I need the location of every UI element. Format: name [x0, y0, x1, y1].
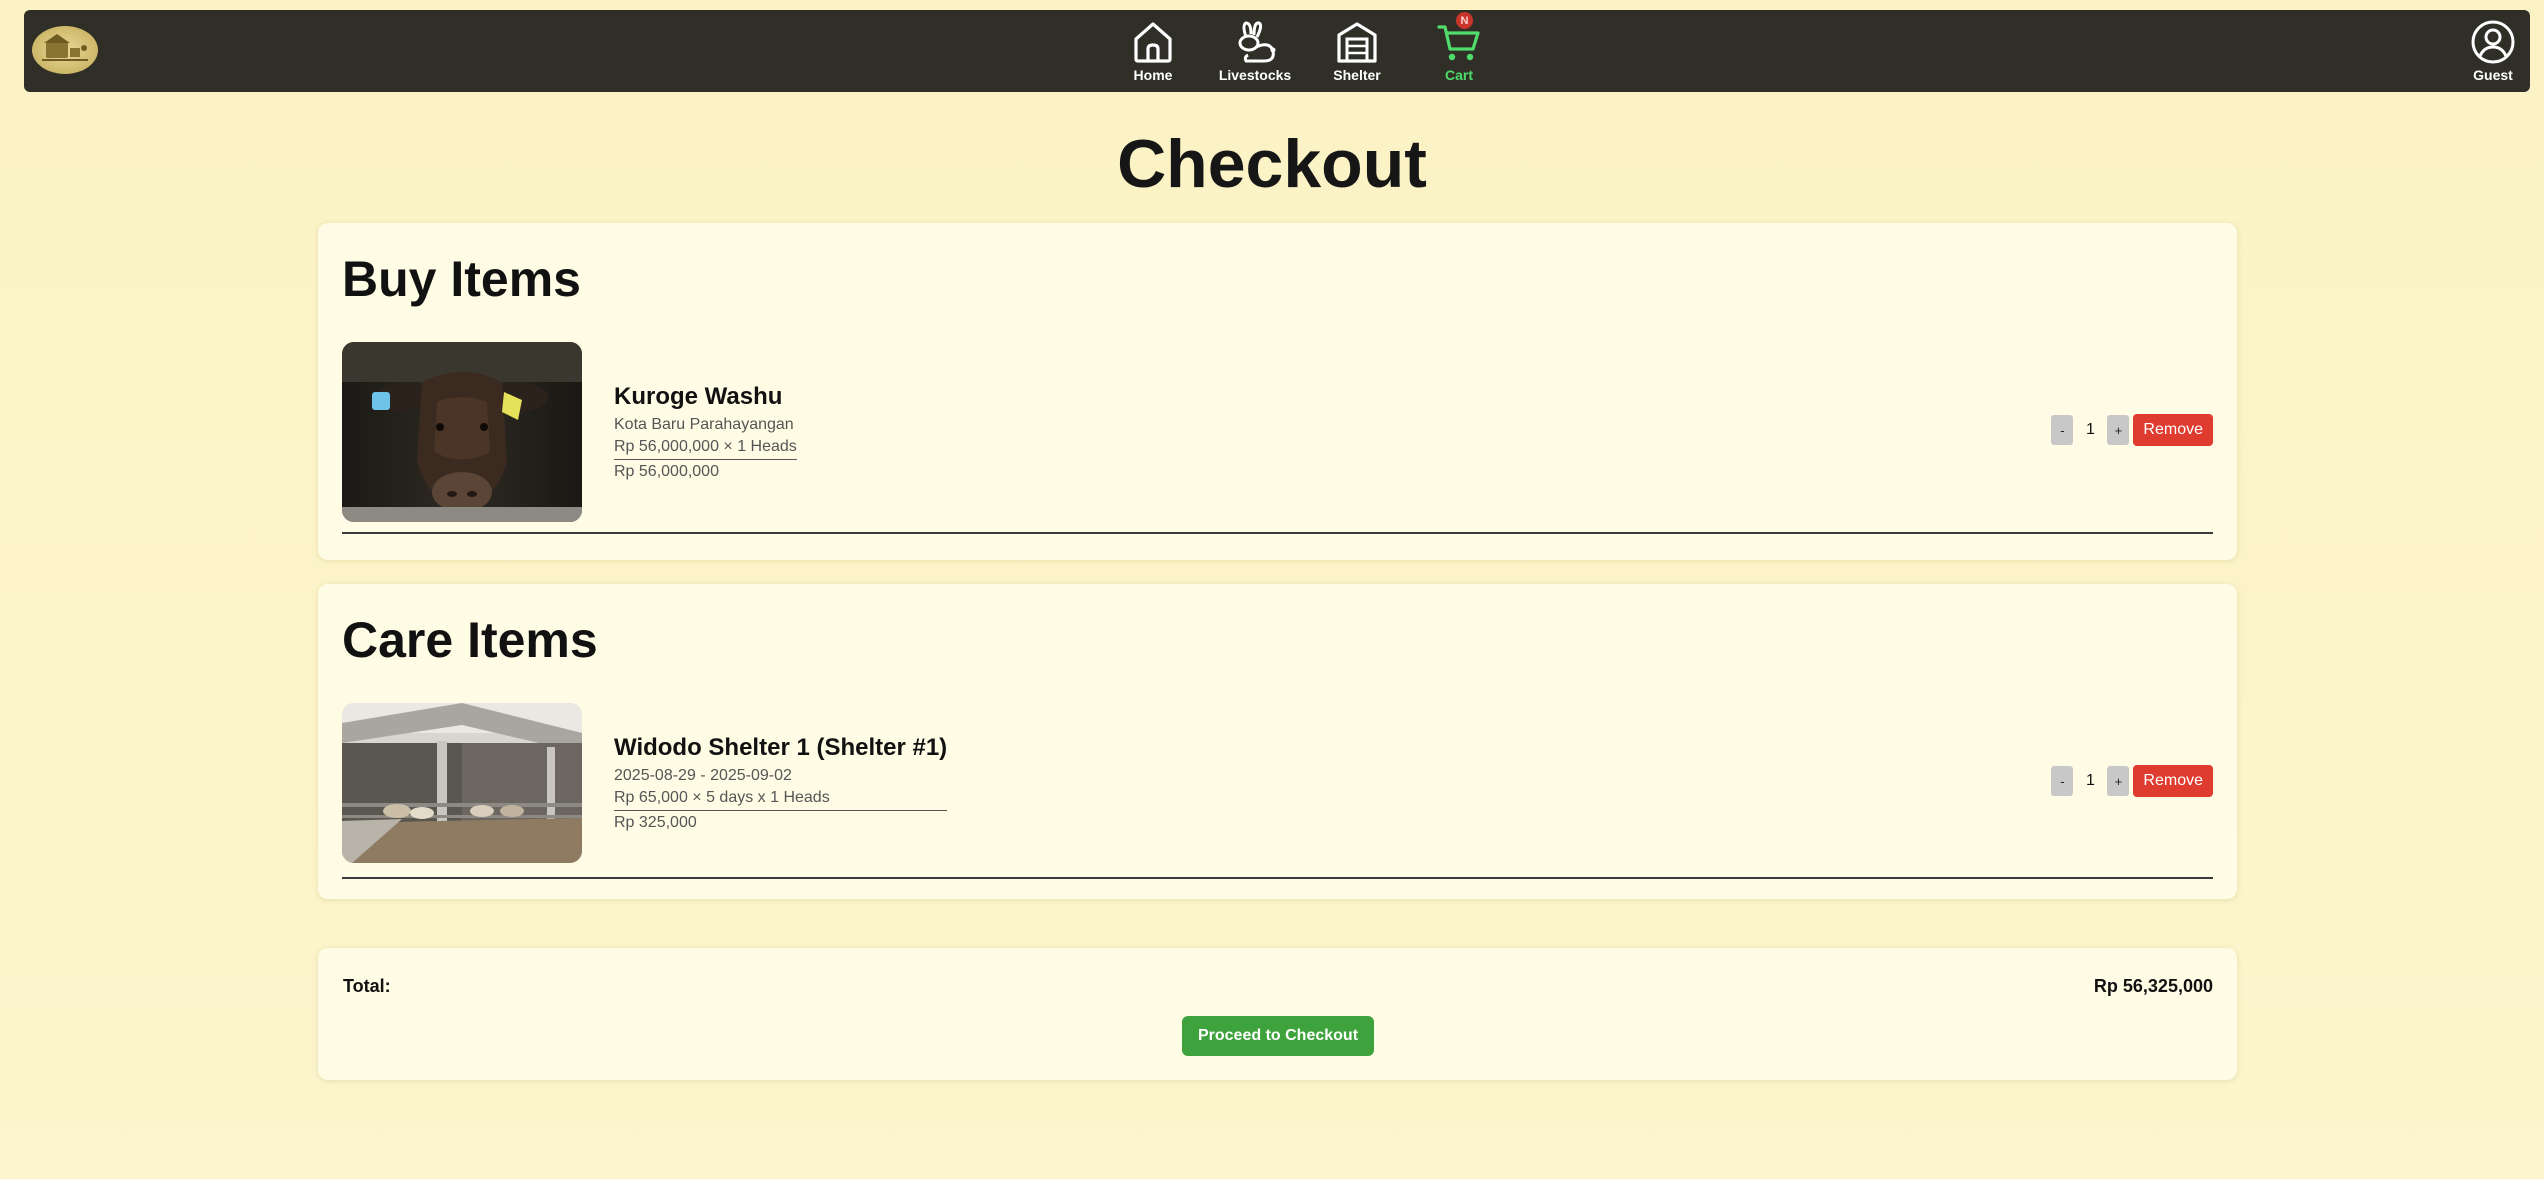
- item-price-calc: Rp 65,000 × 5 days x 1 Heads: [614, 787, 948, 811]
- quantity-stepper: - 1 + Remove: [2051, 414, 2213, 446]
- remove-button[interactable]: Remove: [2133, 414, 2213, 446]
- warehouse-icon: [1334, 19, 1380, 65]
- care-items-section: Care Items Widodo Shelter 1 (Shelter #1)…: [318, 584, 2237, 899]
- rabbit-icon: [1232, 19, 1278, 65]
- top-navbar: Home Livestocks Shelter N Cart Guest: [24, 10, 2530, 92]
- decrease-qty-button[interactable]: -: [2051, 415, 2074, 445]
- farm-logo-icon: [42, 34, 88, 61]
- quantity-stepper: - 1 + Remove: [2051, 765, 2213, 797]
- nav-item-livestocks[interactable]: Livestocks: [1204, 10, 1306, 92]
- buy-items-section: Buy Items Kuroge Washu Kota Baru Parahay…: [318, 223, 2237, 560]
- item-name: Kuroge Washu: [614, 383, 783, 410]
- remove-button[interactable]: Remove: [2133, 765, 2213, 797]
- increase-qty-button[interactable]: +: [2107, 415, 2130, 445]
- item-price-calc: Rp 56,000,000 × 1 Heads: [614, 436, 797, 460]
- nav-item-cart[interactable]: N Cart: [1408, 10, 1510, 92]
- livestock-photo: [342, 342, 582, 522]
- decrease-qty-button[interactable]: -: [2051, 766, 2074, 796]
- item-info: Widodo Shelter 1 (Shelter #1) 2025-08-29…: [614, 733, 948, 835]
- item-subtotal: Rp 56,000,000: [614, 463, 719, 480]
- order-summary: Total: Rp 56,325,000 Proceed to Checkout: [318, 948, 2237, 1080]
- proceed-to-checkout-button[interactable]: Proceed to Checkout: [1182, 1016, 1374, 1056]
- quantity-value: 1: [2085, 421, 2095, 438]
- page-title: Checkout: [1117, 126, 1427, 202]
- item-date-range: 2025-08-29 - 2025-09-02: [614, 767, 792, 784]
- nav-item-shelter[interactable]: Shelter: [1306, 10, 1408, 92]
- nav-item-home[interactable]: Home: [1102, 10, 1204, 92]
- home-icon: [1130, 19, 1176, 65]
- nav-label-cart: Cart: [1444, 67, 1473, 83]
- cart-badge: N: [1456, 12, 1473, 29]
- total-value: Rp 56,325,000: [2093, 976, 2213, 996]
- item-info: Kuroge Washu Kota Baru Parahayangan Rp 5…: [614, 382, 797, 484]
- shelter-photo: [342, 703, 582, 863]
- quantity-value: 1: [2085, 772, 2095, 789]
- account-label: Guest: [2473, 67, 2513, 83]
- care-items-heading: Care Items: [342, 612, 598, 668]
- item-name: Widodo Shelter 1 (Shelter #1): [614, 734, 948, 761]
- buy-items-heading: Buy Items: [342, 251, 581, 307]
- cart-item-row: Kuroge Washu Kota Baru Parahayangan Rp 5…: [342, 342, 2213, 534]
- cart-item-row: Widodo Shelter 1 (Shelter #1) 2025-08-29…: [342, 703, 2213, 879]
- item-subtotal: Rp 325,000: [614, 814, 697, 831]
- increase-qty-button[interactable]: +: [2107, 766, 2130, 796]
- farm-logo[interactable]: [32, 26, 98, 74]
- account-menu[interactable]: Guest: [2458, 10, 2528, 92]
- item-location: Kota Baru Parahayangan: [614, 416, 794, 433]
- user-circle-icon: [2470, 19, 2516, 65]
- nav-label-home: Home: [1133, 67, 1173, 83]
- main-nav: Home Livestocks Shelter N Cart: [1102, 10, 1510, 92]
- nav-label-livestocks: Livestocks: [1218, 67, 1292, 83]
- total-label: Total:: [343, 976, 391, 996]
- nav-label-shelter: Shelter: [1333, 67, 1381, 83]
